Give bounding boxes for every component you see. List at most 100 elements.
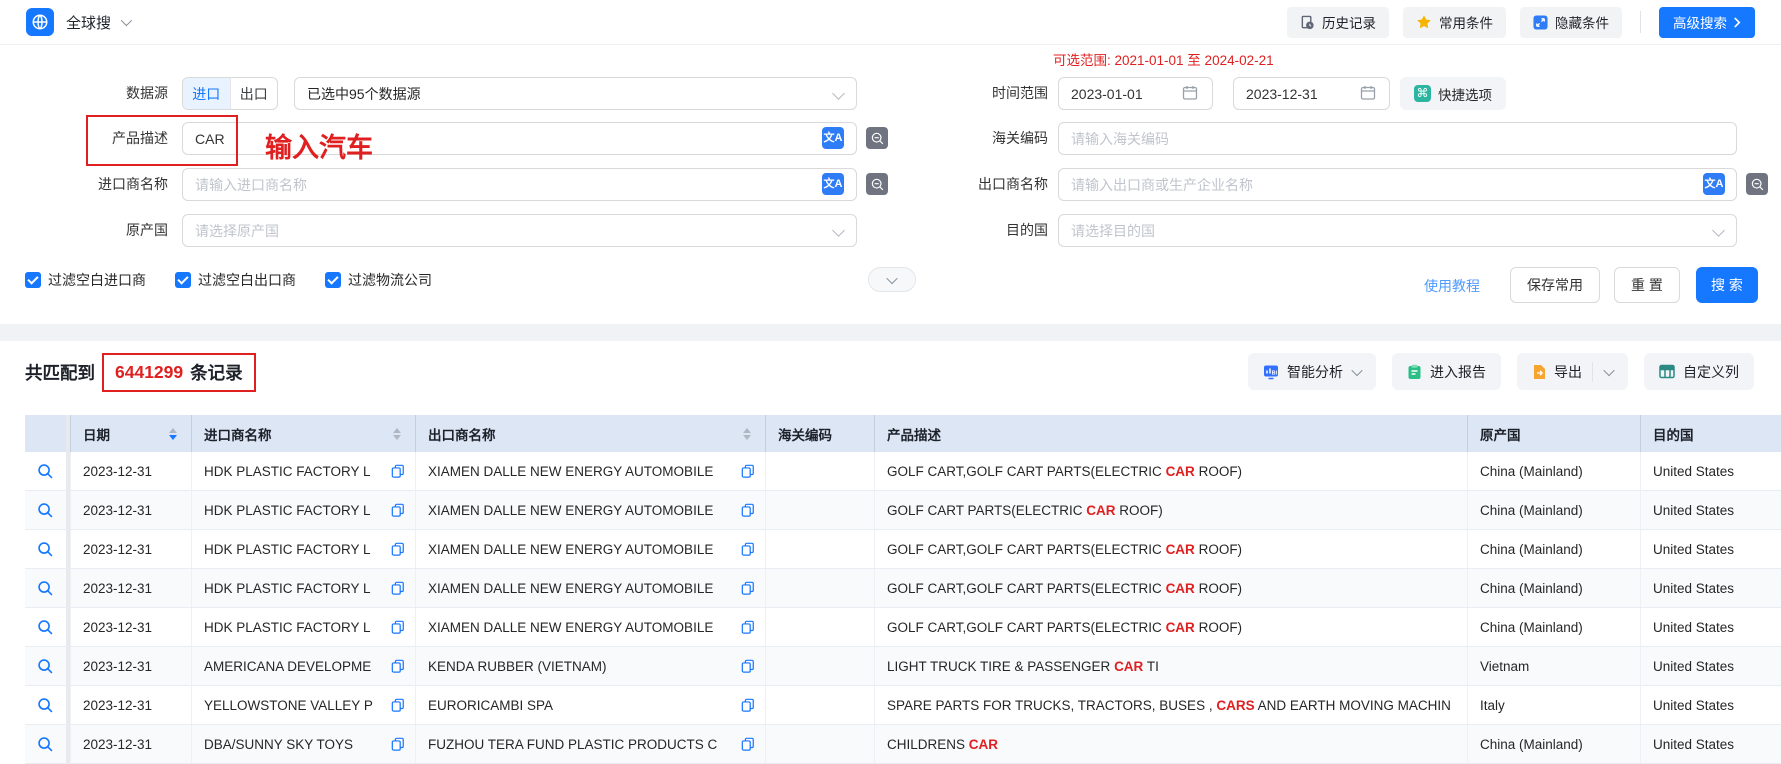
- save-conditions-button[interactable]: 保存常用: [1510, 267, 1600, 303]
- cell-exporter-name: XIAMEN DALLE NEW ENERGY AUTOMOBILE: [428, 503, 713, 518]
- chevron-down-icon: [1351, 364, 1362, 375]
- copy-icon[interactable]: [391, 503, 405, 517]
- table-body: 2023-12-31HDK PLASTIC FACTORY LXIAMEN DA…: [25, 452, 1781, 764]
- copy-icon[interactable]: [741, 503, 755, 517]
- export-button[interactable]: 导出: [1517, 353, 1628, 390]
- filter-checkboxes: 过滤空白进口商 过滤空白出口商 过滤物流公司: [25, 270, 432, 290]
- calendar-icon[interactable]: [1360, 85, 1376, 104]
- row-search-icon[interactable]: [37, 658, 54, 675]
- checkbox-filter-blank-importer[interactable]: 过滤空白进口商: [25, 270, 146, 290]
- cell-importer-name: AMERICANA DEVELOPME: [204, 659, 371, 674]
- row-detail-cell: [25, 452, 70, 490]
- translate-icon[interactable]: 文A: [822, 127, 844, 149]
- copy-icon[interactable]: [741, 620, 755, 634]
- copy-icon[interactable]: [741, 698, 755, 712]
- copy-icon[interactable]: [741, 581, 755, 595]
- cell-importer-name: HDK PLASTIC FACTORY L: [204, 464, 371, 479]
- sort-asc-icon: [393, 428, 401, 433]
- checkbox-filter-blank-exporter[interactable]: 过滤空白出口商: [175, 270, 296, 290]
- copy-icon[interactable]: [391, 659, 405, 673]
- advanced-search-button[interactable]: 高级搜索: [1659, 7, 1755, 38]
- row-search-icon[interactable]: [37, 697, 54, 714]
- divider: [1640, 11, 1641, 33]
- table-row: 2023-12-31HDK PLASTIC FACTORY LXIAMEN DA…: [25, 530, 1781, 569]
- dest-country-select[interactable]: 请选择目的国: [1058, 214, 1737, 247]
- translate-icon[interactable]: 文A: [822, 173, 844, 195]
- copy-icon[interactable]: [391, 464, 405, 478]
- results-toolbar: BI 智能分析 进入报告 导出 自定义列: [1248, 353, 1754, 390]
- translate-icon[interactable]: 文A: [1703, 173, 1725, 195]
- copy-icon[interactable]: [391, 698, 405, 712]
- row-search-icon[interactable]: [37, 463, 54, 480]
- copy-icon[interactable]: [391, 737, 405, 751]
- column-header-1[interactable]: 日期: [70, 415, 191, 452]
- row-search-icon[interactable]: [37, 580, 54, 597]
- collapse-form-button[interactable]: [868, 267, 916, 292]
- svg-text:BI: BI: [1272, 370, 1278, 376]
- chevron-down-icon[interactable]: [121, 15, 132, 26]
- copy-icon[interactable]: [391, 581, 405, 595]
- favorite-conditions-button[interactable]: 常用条件: [1403, 7, 1506, 38]
- sort-desc-icon: [743, 435, 751, 440]
- copy-icon[interactable]: [391, 542, 405, 556]
- cell-origin-country: China (Mainland): [1467, 608, 1640, 646]
- importer-input[interactable]: [182, 168, 857, 201]
- toggle-export[interactable]: 出口: [230, 78, 278, 109]
- hs-code-input[interactable]: [1058, 122, 1737, 155]
- column-header-3[interactable]: 出口商名称: [415, 415, 765, 452]
- row-detail-cell: [25, 725, 70, 763]
- sort-arrows-icon[interactable]: [743, 428, 751, 440]
- row-detail-cell: [25, 491, 70, 529]
- copy-icon[interactable]: [741, 659, 755, 673]
- cell-importer: DBA/SUNNY SKY TOYS: [191, 725, 415, 763]
- cell-importer: HDK PLASTIC FACTORY L: [191, 608, 415, 646]
- columns-icon: [1659, 364, 1675, 379]
- exporter-input[interactable]: [1058, 168, 1737, 201]
- row-search-icon[interactable]: [37, 736, 54, 753]
- dest-value: United States: [1653, 464, 1734, 479]
- cell-date: 2023-12-31: [70, 452, 191, 490]
- product-text: CHILDRENS CAR: [887, 737, 998, 752]
- column-header-2[interactable]: 进口商名称: [191, 415, 415, 452]
- row-search-icon[interactable]: [37, 619, 54, 636]
- reset-button[interactable]: 重 置: [1614, 267, 1680, 303]
- history-button[interactable]: 历史记录: [1287, 7, 1389, 38]
- cell-importer-name: HDK PLASTIC FACTORY L: [204, 542, 371, 557]
- data-source-select[interactable]: 已选中95个数据源: [294, 77, 857, 110]
- enter-report-button[interactable]: 进入报告: [1392, 353, 1501, 390]
- custom-columns-button[interactable]: 自定义列: [1644, 353, 1754, 390]
- cell-dest-country: United States: [1640, 608, 1781, 646]
- checkbox-filter-logistics[interactable]: 过滤物流公司: [325, 270, 432, 290]
- toggle-import[interactable]: 进口: [183, 78, 230, 109]
- cell-exporter: XIAMEN DALLE NEW ENERGY AUTOMOBILE: [415, 491, 765, 529]
- row-search-icon[interactable]: [37, 502, 54, 519]
- search-button[interactable]: 搜 索: [1696, 267, 1758, 303]
- origin-value: China (Mainland): [1480, 503, 1583, 518]
- origin-value: Italy: [1480, 698, 1505, 713]
- origin-country-select[interactable]: 请选择原产国: [182, 214, 857, 247]
- keyword-highlight: CARS: [1216, 698, 1254, 713]
- copy-icon[interactable]: [741, 464, 755, 478]
- sort-arrows-icon[interactable]: [393, 428, 401, 440]
- exclude-search-icon[interactable]: [1746, 173, 1768, 195]
- cell-exporter: XIAMEN DALLE NEW ENERGY AUTOMOBILE: [415, 569, 765, 607]
- row-detail-cell: [25, 608, 70, 646]
- row-search-icon[interactable]: [37, 541, 54, 558]
- column-label: 出口商名称: [428, 424, 496, 444]
- quick-options-button[interactable]: ⌘ 快捷选项: [1400, 77, 1506, 110]
- cell-product-desc: GOLF CART,GOLF CART PARTS(ELECTRIC CAR R…: [874, 569, 1467, 607]
- cell-exporter: EURORICAMBI SPA: [415, 686, 765, 724]
- table-row: 2023-12-31HDK PLASTIC FACTORY LXIAMEN DA…: [25, 491, 1781, 530]
- copy-icon[interactable]: [391, 620, 405, 634]
- copy-icon[interactable]: [741, 737, 755, 751]
- smart-analysis-button[interactable]: BI 智能分析: [1248, 353, 1376, 390]
- chevron-down-icon[interactable]: [1603, 364, 1614, 375]
- tutorial-link[interactable]: 使用教程: [1424, 276, 1480, 296]
- cell-origin-country: China (Mainland): [1467, 491, 1640, 529]
- calendar-icon[interactable]: [1182, 85, 1198, 104]
- hide-conditions-button[interactable]: 隐藏条件: [1520, 7, 1622, 38]
- date-value: 2023-12-31: [83, 503, 152, 518]
- sort-arrows-icon[interactable]: [169, 428, 177, 440]
- copy-icon[interactable]: [741, 542, 755, 556]
- checked-checkbox-icon: [175, 272, 191, 288]
